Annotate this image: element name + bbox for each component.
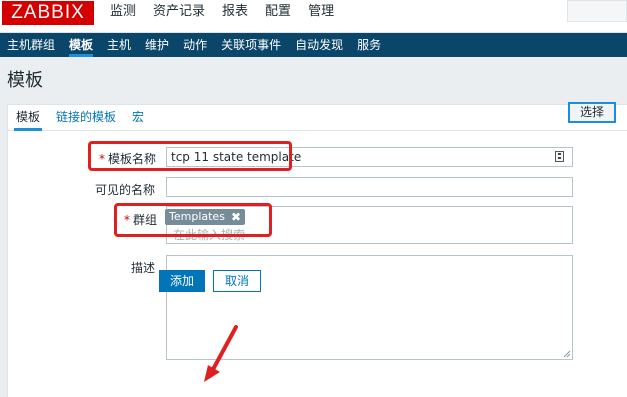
top-navigation: 监测 资产记录 报表 配置 管理	[110, 2, 351, 22]
subnav-discovery[interactable]: 自动发现	[295, 33, 343, 57]
subnav-actions[interactable]: 动作	[183, 33, 207, 57]
annotation-arrow-icon	[204, 325, 238, 382]
subnav-services[interactable]: 服务	[357, 33, 381, 57]
topnav-administration[interactable]: 管理	[308, 2, 334, 22]
subnav-correlation[interactable]: 关联项事件	[221, 33, 281, 57]
subnav-maintenance[interactable]: 维护	[145, 33, 169, 57]
visible-name-input[interactable]	[166, 177, 573, 197]
sub-navigation: 主机群组 模板 主机 维护 动作 关联项事件 自动发现 服务	[0, 33, 627, 57]
zabbix-logo[interactable]: ZABBIX	[2, 1, 94, 25]
topnav-reports[interactable]: 报表	[222, 2, 248, 22]
topnav-configuration[interactable]: 配置	[265, 2, 291, 22]
tab-linked-templates[interactable]: 链接的模板	[56, 105, 116, 130]
annotation-box-groups	[114, 203, 272, 237]
add-button[interactable]: 添加	[159, 270, 205, 292]
topnav-inventory[interactable]: 资产记录	[153, 2, 205, 22]
topnav-monitoring[interactable]: 监测	[110, 2, 136, 22]
subnav-host-groups[interactable]: 主机群组	[7, 33, 55, 57]
input-helper-icon[interactable]	[555, 151, 564, 162]
resize-handle-icon[interactable]	[563, 350, 571, 358]
cancel-button[interactable]: 取消	[213, 270, 261, 292]
subnav-templates[interactable]: 模板	[69, 33, 94, 57]
tab-macros[interactable]: 宏	[132, 105, 144, 130]
page-title: 模板	[7, 70, 43, 91]
annotation-box-template-name	[88, 141, 292, 171]
select-groups-button[interactable]: 选择	[568, 102, 616, 123]
subnav-hosts[interactable]: 主机	[107, 33, 131, 57]
description-label: 描述	[131, 261, 156, 275]
global-search-input[interactable]	[567, 0, 627, 22]
top-header: ZABBIX 监测 资产记录 报表 配置 管理	[0, 0, 627, 33]
visible-name-label: 可见的名称	[95, 183, 156, 197]
tab-template[interactable]: 模板	[13, 105, 43, 131]
form-tabs: 模板 链接的模板 宏	[8, 105, 627, 131]
